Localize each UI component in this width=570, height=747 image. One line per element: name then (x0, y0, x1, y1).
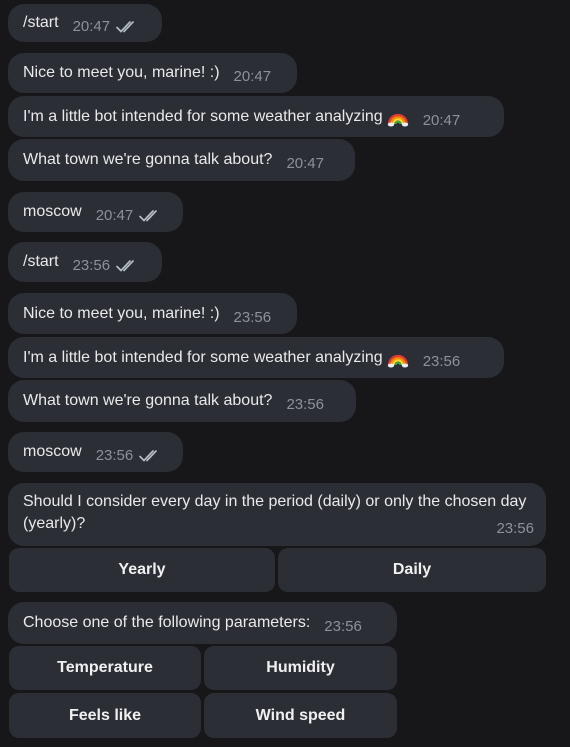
message-bubble: I'm a little bot intended for some weath… (8, 337, 504, 378)
message-text: moscow (23, 203, 82, 220)
message-text: Choose one of the following parameters: (23, 614, 311, 631)
rainbow-emoji (387, 347, 409, 369)
feels-like-button[interactable]: Feels like (9, 693, 201, 738)
message-time: 23:56 (95, 447, 134, 464)
message-time: 23:56 (496, 520, 534, 537)
message-time: 20:47 (95, 207, 134, 224)
humidity-button[interactable]: Humidity (204, 646, 397, 690)
temperature-button[interactable]: Temperature (9, 646, 201, 690)
message-bubble: What town we're gonna talk about? 23:56 (8, 380, 356, 422)
daily-button[interactable]: Daily (278, 548, 546, 592)
message-text: moscow (23, 443, 82, 460)
message-bubble: moscow 23:56 (8, 432, 183, 472)
message-text: I'm a little bot intended for some weath… (23, 107, 383, 125)
message-time: 20:47 (233, 68, 272, 85)
double-check-icon (116, 20, 138, 34)
message-text: What town we're gonna talk about? (23, 392, 273, 409)
yearly-button[interactable]: Yearly (9, 548, 275, 592)
message-text: Should I consider every day in the perio… (23, 493, 527, 532)
rainbow-emoji (387, 106, 409, 128)
wind-speed-button[interactable]: Wind speed (204, 693, 397, 738)
double-check-icon (139, 449, 161, 463)
message-bubble: Choose one of the following parameters: … (8, 602, 397, 644)
message-bubble: What town we're gonna talk about? 20:47 (8, 139, 355, 181)
message-text: /start (23, 253, 59, 270)
message-text: I'm a little bot intended for some weath… (23, 348, 383, 366)
message-time: 23:56 (233, 308, 272, 326)
message-time: 23:56 (286, 396, 324, 413)
message-bubble: Should I consider every day in the perio… (8, 483, 546, 546)
message-time: 20:47 (286, 155, 324, 172)
message-time: 23:56 (72, 257, 111, 274)
message-time: 23:56 (324, 618, 362, 635)
message-text: Nice to meet you, marine! :) (23, 304, 220, 322)
message-bubble: I'm a little bot intended for some weath… (8, 96, 504, 137)
message-text: /start (23, 14, 59, 31)
message-text: What town we're gonna talk about? (23, 151, 273, 168)
double-check-icon (139, 209, 161, 223)
message-bubble: Nice to meet you, marine! :) 20:47 (8, 53, 297, 93)
message-bubble: /start 20:47 (8, 4, 162, 42)
message-bubble: /start 23:56 (8, 242, 162, 282)
message-time: 23:56 (422, 352, 461, 370)
message-time: 20:47 (72, 18, 111, 35)
message-text: Nice to meet you, marine! :) (23, 64, 220, 81)
double-check-icon (116, 259, 138, 273)
message-time: 20:47 (422, 111, 461, 129)
message-bubble: moscow 20:47 (8, 192, 183, 232)
message-bubble: Nice to meet you, marine! :) 23:56 (8, 293, 297, 334)
